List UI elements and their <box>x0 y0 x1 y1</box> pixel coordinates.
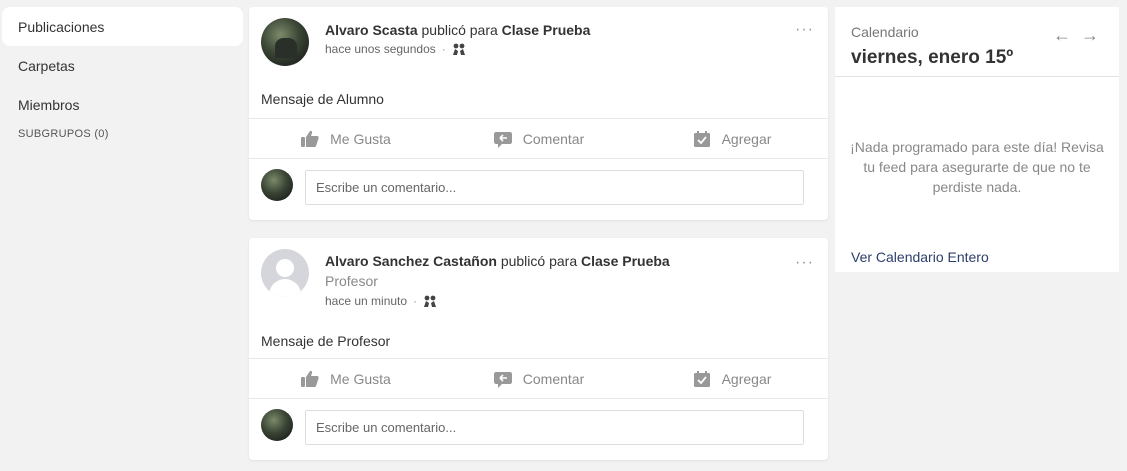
like-button[interactable]: Me Gusta <box>249 359 442 398</box>
post-header: Alvaro Sanchez Castañon publicó para Cla… <box>249 238 828 324</box>
comment-input[interactable] <box>305 170 804 205</box>
author-avatar[interactable] <box>261 18 309 66</box>
comment-label: Comentar <box>522 130 585 147</box>
post-author[interactable]: Alvaro Scasta <box>325 22 418 38</box>
add-to-calendar-button[interactable]: Agregar <box>635 119 828 158</box>
post-author[interactable]: Alvaro Sanchez Castañon <box>325 253 497 269</box>
like-label: Me Gusta <box>330 130 391 147</box>
calendar-empty-message: ¡Nada programado para este día! Revisa t… <box>850 139 1104 195</box>
post-options-icon[interactable]: ··· <box>795 254 814 272</box>
comment-icon <box>493 131 512 148</box>
post-verb: publicó para <box>496 253 581 269</box>
post-target[interactable]: Clase Prueba <box>581 253 670 269</box>
post-time[interactable]: hace unos segundos <box>325 42 436 56</box>
add-label: Agregar <box>721 370 772 387</box>
comment-button[interactable]: Comentar <box>442 119 635 158</box>
post-message: Mensaje de Profesor <box>261 333 391 349</box>
sidebar-item-carpetas[interactable]: Carpetas <box>2 46 243 85</box>
post-author-line: Alvaro Sanchez Castañon publicó para Cla… <box>325 253 670 269</box>
post-actions: Me Gusta Comentar Agregar <box>249 358 828 399</box>
separator-dot: · <box>413 294 418 308</box>
calendar-check-icon <box>693 370 710 387</box>
comment-input[interactable] <box>305 410 804 445</box>
shared-group-icon <box>424 295 437 307</box>
shared-group-icon <box>452 43 465 55</box>
sidebar-item-miembros[interactable]: Miembros <box>2 85 243 124</box>
author-role: Profesor <box>325 273 378 289</box>
add-to-calendar-button[interactable]: Agregar <box>635 359 828 398</box>
group-sidebar: Publicaciones Carpetas Miembros SUBGRUPO… <box>2 7 243 140</box>
comment-button[interactable]: Comentar <box>442 359 635 398</box>
separator-dot: · <box>441 42 446 56</box>
sidebar-item-publicaciones[interactable]: Publicaciones <box>2 7 243 46</box>
calendar-widget: Calendario viernes, enero 15º ← → ¡Nada … <box>835 7 1119 272</box>
post-options-icon[interactable]: ··· <box>795 21 814 39</box>
post-header: Alvaro Scasta publicó para Clase Prueba … <box>249 7 828 92</box>
post-verb: publicó para <box>417 22 502 38</box>
sidebar-subgroups[interactable]: SUBGRUPOS (0) <box>2 128 243 140</box>
avatar-head <box>276 259 294 277</box>
calendar-nav: ← → <box>1053 25 1099 46</box>
default-avatar[interactable] <box>261 249 309 297</box>
thumbs-up-icon <box>301 130 319 147</box>
post-author-line: Alvaro Scasta publicó para Clase Prueba <box>325 22 590 38</box>
arrow-left-icon[interactable]: ← <box>1053 25 1071 46</box>
arrow-right-icon[interactable]: → <box>1081 25 1099 46</box>
calendar-check-icon <box>693 130 710 147</box>
add-label: Agregar <box>721 130 772 147</box>
user-avatar <box>261 169 293 201</box>
like-button[interactable]: Me Gusta <box>249 119 442 158</box>
post-card: Alvaro Sanchez Castañon publicó para Cla… <box>249 238 828 460</box>
post-meta: hace unos segundos · <box>325 42 466 56</box>
comment-row <box>249 159 828 220</box>
thumbs-up-icon <box>301 370 319 387</box>
calendar-header: Calendario viernes, enero 15º ← → <box>835 7 1119 77</box>
user-avatar <box>261 409 293 441</box>
calendar-label: Calendario <box>851 24 919 40</box>
calendar-date: viernes, enero 15º <box>851 47 1014 68</box>
comment-icon <box>493 371 512 388</box>
post-meta: hace un minuto · <box>325 294 437 308</box>
post-actions: Me Gusta Comentar Agregar <box>249 118 828 159</box>
view-full-calendar-link[interactable]: Ver Calendario Entero <box>851 249 989 265</box>
comment-row <box>249 399 828 460</box>
post-time[interactable]: hace un minuto <box>325 294 407 308</box>
comment-label: Comentar <box>522 370 585 387</box>
post-card: Alvaro Scasta publicó para Clase Prueba … <box>249 7 828 220</box>
like-label: Me Gusta <box>330 370 391 387</box>
avatar-body <box>269 279 301 297</box>
post-target[interactable]: Clase Prueba <box>502 22 591 38</box>
